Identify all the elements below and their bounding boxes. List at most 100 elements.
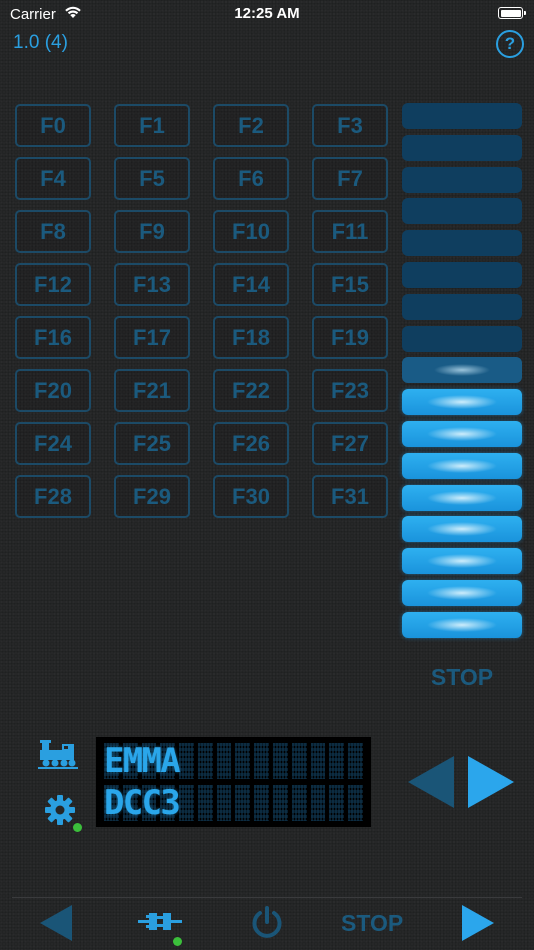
display-cell — [179, 743, 194, 779]
function-button-f16[interactable]: F16 — [15, 316, 91, 359]
function-button-f17[interactable]: F17 — [114, 316, 190, 359]
function-button-f29[interactable]: F29 — [114, 475, 190, 518]
display-cell — [179, 785, 194, 821]
loco-display: EMMA DCC3 — [96, 737, 371, 827]
display-cell — [329, 743, 345, 779]
speed-segment[interactable] — [402, 611, 522, 638]
display-cell: M — [122, 741, 144, 781]
display-cell — [216, 785, 232, 821]
display-cell: D — [104, 783, 125, 823]
locomotive-icon[interactable] — [38, 740, 78, 770]
display-cell — [235, 743, 251, 779]
display-char: M — [141, 741, 163, 781]
speed-segment[interactable] — [402, 580, 522, 606]
speed-segment[interactable] — [402, 389, 522, 416]
display-cell — [197, 785, 213, 821]
speed-segment[interactable] — [402, 230, 522, 257]
direction-right-icon[interactable] — [466, 756, 514, 808]
direction-left-icon[interactable] — [408, 756, 456, 808]
function-button-f2[interactable]: F2 — [213, 104, 289, 147]
function-button-f12[interactable]: F12 — [15, 263, 91, 306]
display-line-2: DCC3 — [104, 785, 363, 821]
function-button-f31[interactable]: F31 — [312, 475, 388, 518]
display-cell — [235, 785, 251, 821]
status-bar: Carrier 12:25 AM — [0, 0, 534, 28]
function-button-f18[interactable]: F18 — [213, 316, 289, 359]
display-cell: 3 — [160, 783, 181, 823]
display-cell: C — [122, 783, 144, 823]
function-button-f7[interactable]: F7 — [312, 157, 388, 200]
function-button-f21[interactable]: F21 — [114, 369, 190, 412]
settings-icon[interactable] — [42, 792, 78, 828]
display-char: A — [160, 741, 181, 781]
help-icon[interactable]: ? — [496, 30, 524, 58]
display-cell — [254, 743, 270, 779]
display-char: C — [122, 783, 144, 823]
display-cell — [254, 785, 270, 821]
function-button-f30[interactable]: F30 — [213, 475, 289, 518]
display-char: M — [122, 741, 144, 781]
function-button-f6[interactable]: F6 — [213, 157, 289, 200]
speed-segment[interactable] — [402, 548, 522, 575]
speed-segment[interactable] — [402, 516, 522, 543]
display-cell — [216, 743, 232, 779]
function-button-f0[interactable]: F0 — [15, 104, 91, 147]
speed-segment[interactable] — [402, 103, 522, 129]
power-icon[interactable] — [250, 905, 284, 941]
function-button-f15[interactable]: F15 — [312, 263, 388, 306]
function-button-f22[interactable]: F22 — [213, 369, 289, 412]
function-button-f10[interactable]: F10 — [213, 210, 289, 253]
display-cell — [310, 785, 326, 821]
display-cell — [291, 743, 307, 779]
toolbar-divider — [12, 897, 522, 898]
function-button-f19[interactable]: F19 — [312, 316, 388, 359]
speed-segment[interactable] — [402, 166, 522, 193]
function-button-f11[interactable]: F11 — [312, 210, 388, 253]
display-cell: E — [104, 741, 125, 781]
function-button-f5[interactable]: F5 — [114, 157, 190, 200]
function-button-f4[interactable]: F4 — [15, 157, 91, 200]
speed-segment[interactable] — [402, 484, 522, 511]
connection-icon[interactable] — [138, 908, 182, 936]
function-button-f1[interactable]: F1 — [114, 104, 190, 147]
toolbar-stop-button[interactable]: STOP — [341, 910, 403, 937]
speed-segment[interactable] — [402, 293, 522, 320]
function-button-f20[interactable]: F20 — [15, 369, 91, 412]
display-char: 3 — [160, 783, 181, 823]
function-button-f3[interactable]: F3 — [312, 104, 388, 147]
display-cell — [310, 743, 326, 779]
settings-status-dot — [73, 823, 82, 832]
speed-segment[interactable] — [402, 134, 522, 161]
display-char: E — [104, 741, 125, 781]
display-cell: M — [141, 741, 163, 781]
function-button-f8[interactable]: F8 — [15, 210, 91, 253]
display-cell — [348, 785, 363, 821]
version-label: 1.0 (4) — [13, 32, 68, 53]
function-button-f25[interactable]: F25 — [114, 422, 190, 465]
function-button-f14[interactable]: F14 — [213, 263, 289, 306]
display-cell — [348, 743, 363, 779]
display-cell — [197, 743, 213, 779]
function-button-f26[interactable]: F26 — [213, 422, 289, 465]
display-line-1: EMMA — [104, 743, 363, 779]
speed-segment[interactable] — [402, 452, 522, 479]
speed-segment[interactable] — [402, 262, 522, 288]
speed-segment[interactable] — [402, 357, 522, 384]
function-button-f13[interactable]: F13 — [114, 263, 190, 306]
display-cell: C — [141, 785, 162, 821]
function-button-f24[interactable]: F24 — [15, 422, 91, 465]
toolbar-left-icon[interactable] — [40, 905, 72, 941]
speed-segment[interactable] — [402, 421, 522, 447]
speed-segment[interactable] — [402, 198, 522, 225]
function-button-f28[interactable]: F28 — [15, 475, 91, 518]
battery-icon — [498, 7, 526, 19]
display-cell: A — [160, 741, 181, 781]
function-button-f27[interactable]: F27 — [312, 422, 388, 465]
stop-button[interactable]: STOP — [402, 664, 522, 691]
connection-status-dot — [173, 937, 182, 946]
function-button-f9[interactable]: F9 — [114, 210, 190, 253]
toolbar-right-icon[interactable] — [462, 905, 494, 941]
display-char: D — [104, 783, 125, 823]
function-button-f23[interactable]: F23 — [312, 369, 388, 412]
speed-segment[interactable] — [402, 325, 522, 352]
